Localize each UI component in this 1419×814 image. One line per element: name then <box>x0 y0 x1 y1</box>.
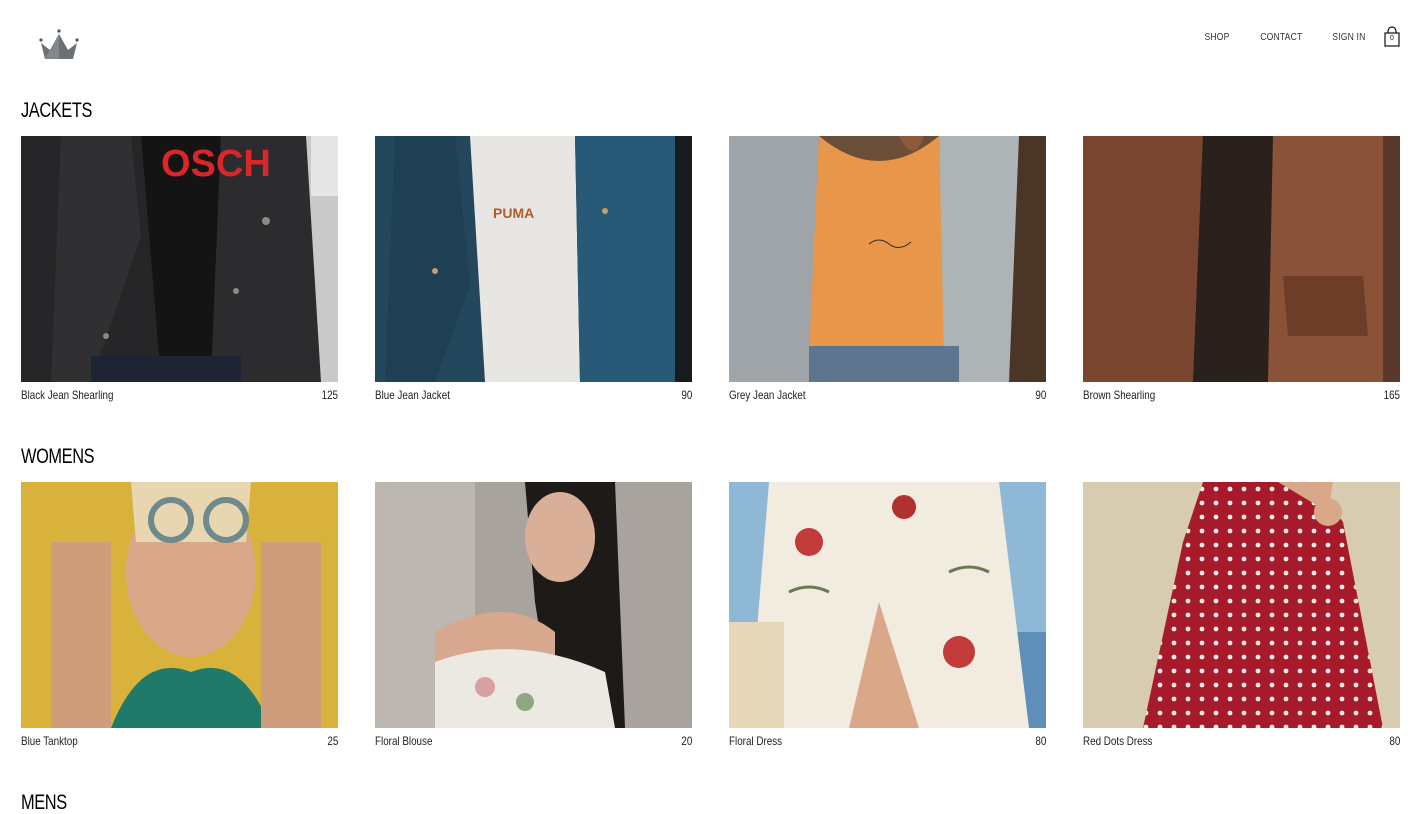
product-price: 25 <box>327 734 338 748</box>
product-price: 90 <box>681 388 692 402</box>
section-title[interactable]: MENS <box>21 788 1097 814</box>
shopping-bag-icon[interactable]: 0 <box>1383 26 1401 48</box>
product-price: 80 <box>1035 734 1046 748</box>
product-price: 90 <box>1035 388 1046 402</box>
product-grid: OSCH Black Jean Shearling 125 PUMA Blue … <box>21 136 1400 406</box>
mens-section: MENS <box>21 788 1401 814</box>
product-name: Black Jean Shearling <box>21 388 114 402</box>
nav-sign-in-link[interactable]: SIGN IN <box>1332 31 1365 43</box>
product-name: Red Dots Dress <box>1083 734 1153 748</box>
product-card[interactable]: Brown Shearling 165 <box>1083 136 1400 406</box>
jackets-section: JACKETS OSCH Black Jean Shearling 125 PU… <box>21 96 1401 402</box>
crown-icon[interactable] <box>38 28 80 62</box>
product-image[interactable] <box>375 482 692 728</box>
womens-section: WOMENS Blue Tanktop 25 Floral Blouse 20 … <box>21 442 1401 748</box>
product-name: Brown Shearling <box>1083 388 1156 402</box>
product-name: Blue Tanktop <box>21 734 78 748</box>
product-image[interactable]: PUMA <box>375 136 692 382</box>
product-price: 125 <box>321 388 338 402</box>
product-image[interactable] <box>729 482 1046 728</box>
product-price: 165 <box>1383 388 1400 402</box>
product-card[interactable]: Grey Jean Jacket 90 <box>729 136 1046 406</box>
product-name: Floral Dress <box>729 734 783 748</box>
product-image[interactable] <box>1083 482 1400 728</box>
section-title[interactable]: WOMENS <box>21 442 1097 472</box>
product-price: 80 <box>1389 734 1400 748</box>
product-card[interactable]: Blue Tanktop 25 <box>21 482 338 752</box>
product-image[interactable] <box>729 136 1046 382</box>
nav-contact-link[interactable]: CONTACT <box>1260 31 1302 43</box>
product-card[interactable]: Floral Blouse 20 <box>375 482 692 752</box>
product-card[interactable]: OSCH Black Jean Shearling 125 <box>21 136 338 406</box>
product-image[interactable]: OSCH <box>21 136 338 382</box>
product-name: Blue Jean Jacket <box>375 388 450 402</box>
shirt-print: PUMA <box>493 205 534 221</box>
section-title[interactable]: JACKETS <box>21 96 1097 126</box>
product-name: Floral Blouse <box>375 734 433 748</box>
product-price: 20 <box>681 734 692 748</box>
shirt-print: OSCH <box>161 143 271 185</box>
product-card[interactable]: PUMA Blue Jean Jacket 90 <box>375 136 692 406</box>
product-card[interactable]: Red Dots Dress 80 <box>1083 482 1400 752</box>
site-header: SHOP CONTACT SIGN IN 0 <box>0 0 1419 80</box>
product-name: Grey Jean Jacket <box>729 388 806 402</box>
product-image[interactable] <box>21 482 338 728</box>
cart-count: 0 <box>1390 35 1394 42</box>
main-nav: SHOP CONTACT SIGN IN 0 <box>1177 26 1401 48</box>
nav-shop-link[interactable]: SHOP <box>1204 31 1229 43</box>
product-image[interactable] <box>1083 136 1400 382</box>
product-grid: Blue Tanktop 25 Floral Blouse 20 Floral … <box>21 482 1400 752</box>
product-card[interactable]: Floral Dress 80 <box>729 482 1046 752</box>
